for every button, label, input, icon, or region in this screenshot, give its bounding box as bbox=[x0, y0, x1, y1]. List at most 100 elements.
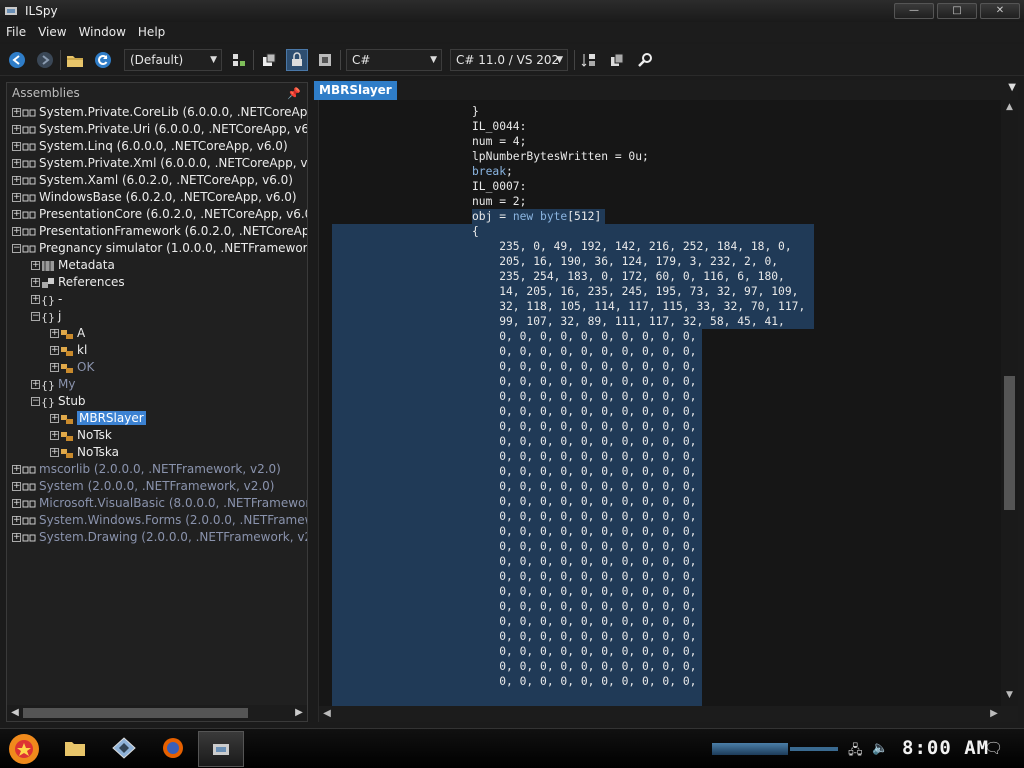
tree-horizontal-scrollbar[interactable]: ◀ ▶ bbox=[7, 705, 307, 721]
minimize-button[interactable]: — bbox=[894, 3, 934, 19]
ilspy-taskbar-icon[interactable] bbox=[198, 731, 244, 767]
expand-icon[interactable]: + bbox=[12, 482, 21, 491]
notification-icon[interactable]: 🗨 bbox=[984, 739, 1003, 757]
code-line[interactable]: 0, 0, 0, 0, 0, 0, 0, 0, 0, 0, bbox=[472, 344, 696, 359]
code-line[interactable]: 235, 0, 49, 192, 142, 216, 252, 184, 18,… bbox=[472, 239, 791, 254]
code-line[interactable]: num = 2; bbox=[472, 194, 526, 209]
code-line[interactable]: 0, 0, 0, 0, 0, 0, 0, 0, 0, 0, bbox=[472, 359, 696, 374]
expand-icon[interactable]: + bbox=[31, 295, 40, 304]
expand-icon[interactable]: + bbox=[50, 363, 59, 372]
expand-icon[interactable]: + bbox=[50, 414, 59, 423]
expand-icon[interactable]: + bbox=[12, 193, 21, 202]
menu-file[interactable]: File bbox=[0, 25, 32, 39]
reload-icon[interactable] bbox=[92, 49, 114, 71]
code-line[interactable]: 0, 0, 0, 0, 0, 0, 0, 0, 0, 0, bbox=[472, 569, 696, 584]
tree-item[interactable]: + OK bbox=[50, 359, 94, 376]
tree-item[interactable]: − Pregnancy simulator (1.0.0.0, .NETFrame… bbox=[12, 240, 307, 257]
code-view[interactable]: } IL_0044: num = 4; lpNumberBytesWritten = … bbox=[319, 100, 1002, 706]
tree-item[interactable]: + MBRSlayer bbox=[50, 410, 146, 427]
scrollbar-thumb[interactable] bbox=[1004, 376, 1015, 510]
scroll-down-icon[interactable]: ▼ bbox=[1001, 690, 1018, 704]
expand-icon[interactable]: + bbox=[50, 448, 59, 457]
expand-icon[interactable]: + bbox=[31, 278, 40, 287]
scroll-right-icon[interactable]: ▶ bbox=[291, 705, 307, 721]
clock[interactable]: 8:00 AM bbox=[902, 737, 989, 759]
code-editor[interactable]: } IL_0044: num = 4; lpNumberBytesWritten = … bbox=[318, 100, 1018, 722]
expand-icon[interactable]: + bbox=[50, 431, 59, 440]
firefox-icon[interactable] bbox=[162, 737, 184, 762]
code-line[interactable]: 0, 0, 0, 0, 0, 0, 0, 0, 0, 0, bbox=[472, 599, 696, 614]
code-line[interactable]: 0, 0, 0, 0, 0, 0, 0, 0, 0, 0, bbox=[472, 329, 696, 344]
editor-horizontal-scrollbar[interactable]: ◀ ▶ bbox=[319, 706, 1018, 722]
scroll-left-icon[interactable]: ◀ bbox=[7, 705, 23, 721]
code-line[interactable]: { bbox=[472, 224, 479, 239]
expand-icon[interactable]: + bbox=[12, 159, 21, 168]
copy-icon[interactable] bbox=[606, 49, 628, 71]
collapse-icon[interactable]: − bbox=[31, 312, 40, 321]
code-line[interactable]: } bbox=[472, 104, 479, 119]
pin-icon[interactable]: 📌 bbox=[287, 84, 301, 104]
code-line[interactable]: IL_0007: bbox=[472, 179, 526, 194]
tree-item[interactable]: + System.Drawing (2.0.0.0, .NETFramework,… bbox=[12, 529, 307, 546]
code-line[interactable]: 0, 0, 0, 0, 0, 0, 0, 0, 0, 0, bbox=[472, 464, 696, 479]
manage-assemblies-icon[interactable] bbox=[228, 49, 250, 71]
tab-mbrslayer[interactable]: MBRSlayer bbox=[314, 81, 397, 100]
code-line[interactable]: 0, 0, 0, 0, 0, 0, 0, 0, 0, 0, bbox=[472, 404, 696, 419]
code-line[interactable]: 32, 118, 105, 114, 117, 115, 33, 32, 70,… bbox=[472, 299, 805, 314]
code-line[interactable]: lpNumberBytesWritten = 0u; bbox=[472, 149, 649, 164]
code-line[interactable]: 0, 0, 0, 0, 0, 0, 0, 0, 0, 0, bbox=[472, 434, 696, 449]
code-line[interactable]: 0, 0, 0, 0, 0, 0, 0, 0, 0, 0, bbox=[472, 614, 696, 629]
tree-item[interactable]: −{} j bbox=[31, 308, 61, 325]
tree-item[interactable]: + PresentationCore (6.0.2.0, .NETCoreApp,… bbox=[12, 206, 307, 223]
code-line[interactable]: 0, 0, 0, 0, 0, 0, 0, 0, 0, 0, bbox=[472, 494, 696, 509]
language-version-dropdown[interactable]: C# 11.0 / VS 202 ▼ bbox=[450, 49, 568, 71]
expand-icon[interactable]: + bbox=[12, 125, 21, 134]
tree-item[interactable]: + System.Private.CoreLib (6.0.0.0, .NETCo… bbox=[12, 104, 307, 121]
code-line[interactable]: 0, 0, 0, 0, 0, 0, 0, 0, 0, 0, bbox=[472, 644, 696, 659]
menu-help[interactable]: Help bbox=[132, 25, 171, 39]
tree-item[interactable]: + System.Private.Uri (6.0.0.0, .NETCoreAp… bbox=[12, 121, 307, 138]
forward-icon[interactable] bbox=[34, 49, 56, 71]
code-line[interactable]: 0, 0, 0, 0, 0, 0, 0, 0, 0, 0, bbox=[472, 629, 696, 644]
tree-item[interactable]: −{} Stub bbox=[31, 393, 86, 410]
tree-item[interactable]: + System.Xaml (6.0.2.0, .NETCoreApp, v6.0… bbox=[12, 172, 293, 189]
code-line[interactable]: 0, 0, 0, 0, 0, 0, 0, 0, 0, 0, bbox=[472, 554, 696, 569]
code-line[interactable]: 0, 0, 0, 0, 0, 0, 0, 0, 0, 0, bbox=[472, 539, 696, 554]
code-line[interactable]: 0, 0, 0, 0, 0, 0, 0, 0, 0, 0, bbox=[472, 524, 696, 539]
expand-icon[interactable]: + bbox=[12, 499, 21, 508]
expand-icon[interactable]: + bbox=[31, 380, 40, 389]
sort-members-icon[interactable] bbox=[578, 49, 600, 71]
scroll-up-icon[interactable]: ▲ bbox=[1001, 102, 1018, 116]
editor-vertical-scrollbar[interactable]: ▲ ▼ bbox=[1001, 100, 1018, 706]
tree-item[interactable]: + kl bbox=[50, 342, 87, 359]
code-line[interactable]: break; bbox=[472, 164, 513, 179]
expand-icon[interactable]: + bbox=[12, 210, 21, 219]
code-line[interactable]: 0, 0, 0, 0, 0, 0, 0, 0, 0, 0, bbox=[472, 479, 696, 494]
back-icon[interactable] bbox=[6, 49, 28, 71]
expand-icon[interactable]: + bbox=[12, 227, 21, 236]
menu-window[interactable]: Window bbox=[73, 25, 132, 39]
volume-icon[interactable]: 🔈 bbox=[872, 741, 888, 756]
code-line[interactable]: IL_0044: bbox=[472, 119, 526, 134]
code-line[interactable]: 14, 205, 16, 235, 245, 195, 73, 32, 97, … bbox=[472, 284, 798, 299]
api-visibility-icon[interactable] bbox=[286, 49, 308, 71]
tree-item[interactable]: +{} My bbox=[31, 376, 75, 393]
tree-item[interactable]: + References bbox=[31, 274, 125, 291]
tree-item[interactable]: +{} - bbox=[31, 291, 62, 308]
code-line[interactable]: obj = new byte[512] bbox=[472, 209, 601, 224]
tree-item[interactable]: + PresentationFramework (6.0.2.0, .NETCor… bbox=[12, 223, 307, 240]
collapse-icon[interactable]: − bbox=[12, 244, 21, 253]
scroll-left-icon[interactable]: ◀ bbox=[319, 706, 335, 722]
code-line[interactable]: 235, 254, 183, 0, 172, 60, 0, 116, 6, 18… bbox=[472, 269, 785, 284]
network-status-icon[interactable]: 🖧 bbox=[848, 741, 863, 763]
code-line[interactable]: 0, 0, 0, 0, 0, 0, 0, 0, 0, 0, bbox=[472, 449, 696, 464]
folder-icon[interactable] bbox=[64, 739, 86, 760]
open-folder-icon[interactable] bbox=[64, 49, 86, 71]
search-icon[interactable] bbox=[634, 49, 656, 71]
code-line[interactable]: 99, 107, 32, 89, 111, 117, 32, 58, 45, 4… bbox=[472, 314, 785, 329]
expand-icon[interactable]: + bbox=[12, 176, 21, 185]
code-line[interactable]: 205, 16, 190, 36, 124, 179, 3, 232, 2, 0… bbox=[472, 254, 778, 269]
tree-item[interactable]: + mscorlib (2.0.0.0, .NETFramework, v2.0) bbox=[12, 461, 281, 478]
start-orb-icon[interactable] bbox=[8, 733, 40, 768]
show-all-members-icon[interactable] bbox=[258, 49, 280, 71]
